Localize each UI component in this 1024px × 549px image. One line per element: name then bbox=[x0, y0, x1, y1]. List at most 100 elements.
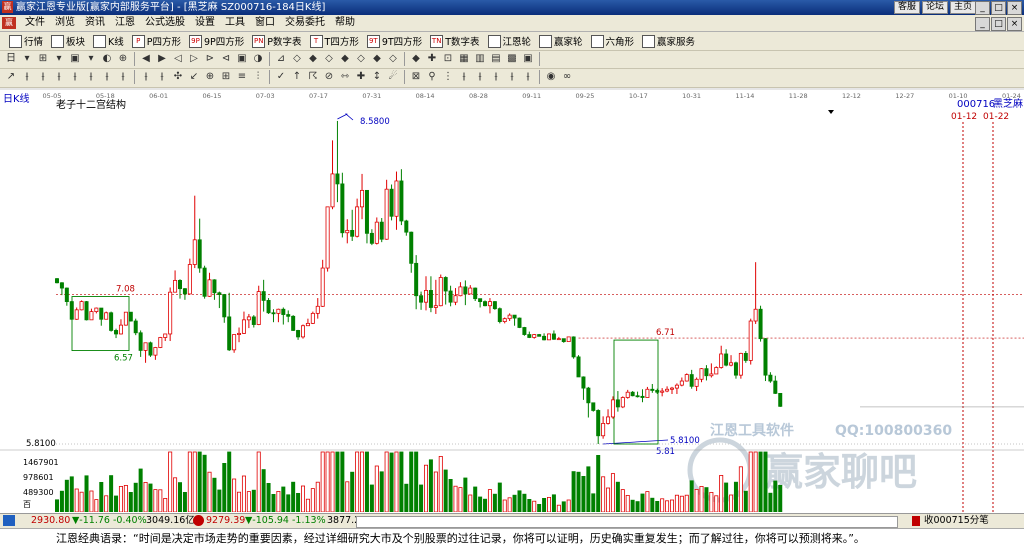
tool-icon[interactable]: ☈ bbox=[306, 70, 320, 84]
tool-icon[interactable]: ⫲ bbox=[489, 70, 503, 84]
forum-link[interactable]: 论坛 bbox=[921, 1, 948, 14]
tool-icon[interactable]: ⊞ bbox=[219, 70, 233, 84]
tool-icon[interactable]: ≡ bbox=[235, 70, 249, 84]
dropdown-arrow-icon[interactable] bbox=[828, 110, 834, 114]
menu-file[interactable]: 文件 bbox=[20, 15, 50, 31]
tool-icon[interactable]: ⊳ bbox=[203, 52, 217, 66]
tool-icon[interactable]: 日 bbox=[4, 52, 18, 66]
tool-icon[interactable]: ⫲ bbox=[505, 70, 519, 84]
menu-browse[interactable]: 浏览 bbox=[50, 15, 80, 31]
tool-icon[interactable]: ◁ bbox=[171, 52, 185, 66]
tool-icon[interactable]: ⫶ bbox=[251, 70, 265, 84]
tool-icon[interactable]: ⫲ bbox=[52, 70, 66, 84]
tool-icon[interactable]: ▶ bbox=[155, 52, 169, 66]
maximize-button[interactable]: □ bbox=[991, 1, 1006, 15]
horizontal-scrollbar[interactable] bbox=[356, 516, 898, 528]
toolbar-button-0[interactable]: 行情 bbox=[6, 33, 46, 49]
toolbar-button-1[interactable]: 板块 bbox=[48, 33, 88, 49]
tool-icon[interactable]: ▾ bbox=[84, 52, 98, 66]
sz-index-icon[interactable] bbox=[193, 515, 204, 526]
tool-icon[interactable]: ◆ bbox=[338, 52, 352, 66]
tool-icon[interactable]: ↑ bbox=[290, 70, 304, 84]
homepage-link[interactable]: 主页 bbox=[949, 1, 976, 14]
menu-formula-select[interactable]: 公式选股 bbox=[140, 15, 190, 31]
tool-icon[interactable]: ▾ bbox=[20, 52, 34, 66]
kline-chart[interactable]: 05-05 05-18 06-01 06-15 07-03 07-17 07-31 08-14… bbox=[0, 88, 1024, 513]
child-minimize-button[interactable]: _ bbox=[975, 17, 990, 31]
tool-icon[interactable]: ◇ bbox=[354, 52, 368, 66]
close-button[interactable]: × bbox=[1007, 1, 1022, 15]
tool-icon[interactable]: ◇ bbox=[386, 52, 400, 66]
toolbar-button-11[interactable]: 六角形 bbox=[588, 33, 638, 49]
tool-icon[interactable]: ⋮ bbox=[441, 70, 455, 84]
data-mode-icon[interactable] bbox=[912, 516, 920, 526]
tool-icon[interactable]: ◆ bbox=[306, 52, 320, 66]
menu-news[interactable]: 资讯 bbox=[80, 15, 110, 31]
tool-icon[interactable]: ✓ bbox=[274, 70, 288, 84]
tool-icon[interactable]: ⫲ bbox=[521, 70, 535, 84]
toolbar-button-6[interactable]: T T四方形 bbox=[307, 33, 362, 49]
tool-icon[interactable]: ◐ bbox=[100, 52, 114, 66]
tool-icon[interactable]: ⫲ bbox=[155, 70, 169, 84]
menu-tools[interactable]: 工具 bbox=[220, 15, 250, 31]
service-link[interactable]: 客服 bbox=[893, 1, 920, 14]
tool-icon[interactable]: ◀ bbox=[139, 52, 153, 66]
tool-icon[interactable]: ◇ bbox=[322, 52, 336, 66]
tool-icon[interactable]: ▣ bbox=[521, 52, 535, 66]
menu-window[interactable]: 窗口 bbox=[250, 15, 280, 31]
tool-icon[interactable]: ⫲ bbox=[36, 70, 50, 84]
tool-icon[interactable]: ↙ bbox=[187, 70, 201, 84]
child-restore-button[interactable]: □ bbox=[991, 17, 1006, 31]
toolbar-button-3[interactable]: P P四方形 bbox=[129, 33, 184, 49]
tool-icon[interactable]: ⫲ bbox=[100, 70, 114, 84]
tool-icon[interactable]: ∞ bbox=[560, 70, 574, 84]
tool-icon[interactable]: ▣ bbox=[235, 52, 249, 66]
toolbar-button-8[interactable]: TN T数字表 bbox=[427, 33, 482, 49]
toolbar-button-12[interactable]: 赢家服务 bbox=[639, 33, 698, 49]
menu-gann[interactable]: 江恩 bbox=[110, 15, 140, 31]
tool-icon[interactable]: ⇿ bbox=[338, 70, 352, 84]
tool-icon[interactable]: ⚲ bbox=[425, 70, 439, 84]
tool-icon[interactable]: ✚ bbox=[354, 70, 368, 84]
child-close-button[interactable]: × bbox=[1007, 17, 1022, 31]
tool-icon[interactable]: ✣ bbox=[171, 70, 185, 84]
menu-trade[interactable]: 交易委托 bbox=[280, 15, 330, 31]
tool-icon[interactable]: ⊿ bbox=[274, 52, 288, 66]
tool-icon[interactable]: ◆ bbox=[370, 52, 384, 66]
toolbar-button-9[interactable]: 江恩轮 bbox=[485, 33, 535, 49]
tool-icon[interactable]: ⊞ bbox=[36, 52, 50, 66]
tool-icon[interactable]: ⊕ bbox=[116, 52, 130, 66]
menu-logo-icon[interactable]: 赢 bbox=[2, 17, 16, 29]
tool-icon[interactable]: ▣ bbox=[68, 52, 82, 66]
toolbar-button-2[interactable]: K线 bbox=[90, 33, 127, 49]
tool-icon[interactable]: ◉ bbox=[544, 70, 558, 84]
tool-icon[interactable]: ⫲ bbox=[139, 70, 153, 84]
toolbar-button-7[interactable]: 9T 9T四方形 bbox=[364, 33, 425, 49]
tool-icon[interactable]: ▤ bbox=[489, 52, 503, 66]
tool-icon[interactable]: ⊡ bbox=[441, 52, 455, 66]
tool-icon[interactable]: ◇ bbox=[290, 52, 304, 66]
tool-icon[interactable]: ⫲ bbox=[473, 70, 487, 84]
tool-icon[interactable]: ▥ bbox=[473, 52, 487, 66]
tool-icon[interactable]: ⊘ bbox=[322, 70, 336, 84]
toolbar-button-5[interactable]: PN P数字表 bbox=[249, 33, 304, 49]
tool-icon[interactable]: ⊠ bbox=[409, 70, 423, 84]
tool-icon[interactable]: ▩ bbox=[505, 52, 519, 66]
toolbar-button-4[interactable]: 9P 9P四方形 bbox=[186, 33, 247, 49]
kline-chart-panel[interactable]: 05-05 05-18 06-01 06-15 07-03 07-17 07-31 08-14… bbox=[0, 88, 1024, 513]
tool-icon[interactable]: ◆ bbox=[409, 52, 423, 66]
tool-icon[interactable]: ◑ bbox=[251, 52, 265, 66]
tool-icon[interactable]: ⊕ bbox=[203, 70, 217, 84]
menu-help[interactable]: 帮助 bbox=[330, 15, 360, 31]
tool-icon[interactable]: ⊲ bbox=[219, 52, 233, 66]
sh-index-icon[interactable] bbox=[3, 515, 15, 526]
tool-icon[interactable]: ▦ bbox=[457, 52, 471, 66]
toolbar-button-10[interactable]: 赢家轮 bbox=[536, 33, 586, 49]
tool-icon[interactable]: ✚ bbox=[425, 52, 439, 66]
tool-icon[interactable]: ⫲ bbox=[116, 70, 130, 84]
menu-settings[interactable]: 设置 bbox=[190, 15, 220, 31]
tool-icon[interactable]: ⫲ bbox=[457, 70, 471, 84]
tool-icon[interactable]: ⫲ bbox=[20, 70, 34, 84]
tool-icon[interactable]: ↗ bbox=[4, 70, 18, 84]
tool-icon[interactable]: ☄ bbox=[386, 70, 400, 84]
